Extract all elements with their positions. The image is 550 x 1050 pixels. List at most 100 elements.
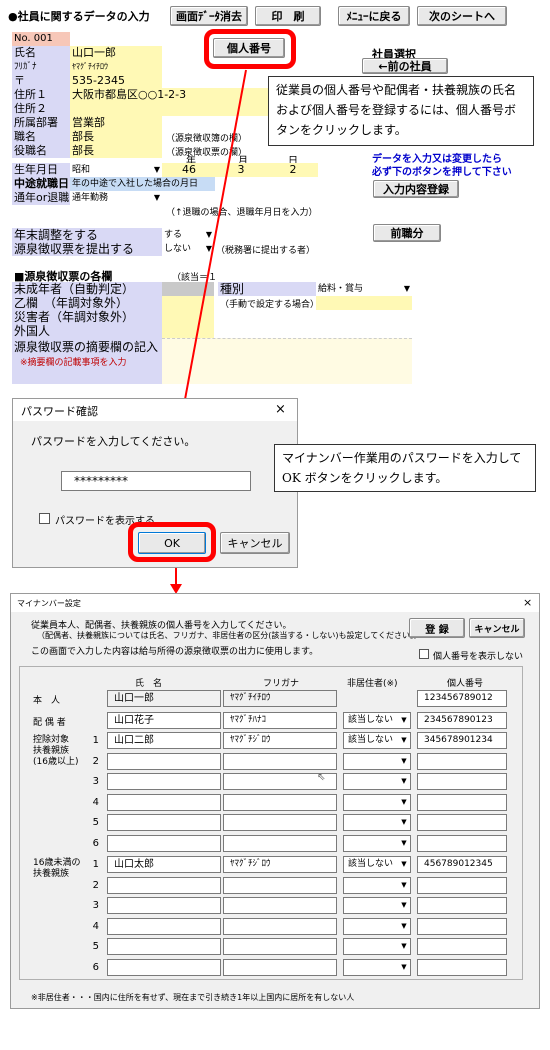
chevron-down-icon[interactable]: ▼ — [398, 836, 410, 851]
dependent-number[interactable] — [417, 752, 507, 770]
dependent-kana[interactable] — [223, 793, 337, 811]
chevron-down-icon[interactable]: ▼ — [398, 939, 410, 954]
header-name: 氏 名 — [135, 679, 163, 689]
close-icon[interactable]: × — [275, 402, 286, 417]
dependent-number[interactable] — [417, 897, 507, 914]
dependent-nonresident-select[interactable]: 該当しない ▼ — [343, 732, 411, 749]
dependent-kana[interactable] — [223, 917, 337, 935]
dependent-kana[interactable] — [223, 834, 337, 852]
dependent-kana[interactable] — [223, 814, 337, 831]
dependent-nonresident-select[interactable]: ▼ — [343, 917, 411, 935]
chevron-down-icon[interactable]: ▼ — [398, 898, 410, 913]
dependent-nonresident-select[interactable]: ▼ — [343, 958, 411, 976]
row-number: 1 — [92, 859, 99, 870]
chevron-down-icon[interactable]: ▼ — [398, 960, 410, 975]
dependent-name[interactable] — [107, 938, 221, 955]
dependent-kana[interactable] — [223, 876, 337, 894]
dependent-name[interactable] — [107, 793, 221, 811]
chevron-down-icon[interactable]: ▼ — [398, 733, 410, 748]
under16-label: 16歳未満の 扶養親族 — [33, 858, 81, 879]
dependent-nonresident-select[interactable]: ▼ — [343, 814, 411, 831]
dependent-name[interactable] — [107, 814, 221, 831]
dependent-nonresident-select[interactable]: ▼ — [343, 773, 411, 790]
dependent-number[interactable]: 456789012345 — [417, 856, 507, 873]
footnote: ※非居住者・・・国内に住所を有せず、現在まで引き続き1年以上国内に居所を有しない… — [31, 993, 355, 1002]
spouse-kana[interactable]: ﾔﾏｸﾞﾁﾊﾅｺ — [223, 712, 337, 729]
dependent-kana[interactable] — [223, 958, 337, 976]
self-label: 本 人 — [33, 696, 61, 706]
hide-number-checkbox[interactable] — [419, 649, 429, 659]
dependent-name[interactable]: 山口太郎 — [107, 856, 221, 873]
spouse-nonresident-select[interactable]: 該当しない ▼ — [343, 712, 411, 729]
dependent-name[interactable] — [107, 958, 221, 976]
dependent-number[interactable] — [417, 958, 507, 976]
dependent-nonresident-select[interactable]: ▼ — [343, 752, 411, 770]
chevron-down-icon[interactable]: ▼ — [398, 795, 410, 810]
header-number: 個人番号 — [447, 679, 484, 689]
dependent-name[interactable] — [107, 752, 221, 770]
dependent-kana[interactable] — [223, 897, 337, 914]
row-number: 4 — [92, 920, 99, 932]
dependent-number[interactable] — [417, 773, 507, 790]
self-name: 山口一郎 — [107, 690, 221, 707]
instruction-callout-2: マイナンバー作業用のパスワードを入力して OK ボタンをクリックします。 — [274, 444, 536, 492]
password-prompt: パスワードを入力してください。 — [31, 435, 196, 448]
dependent-kana[interactable] — [223, 938, 337, 955]
description-line-2: （配偶者、扶養親族については氏名、フリガナ、非居住者の区分(該当する・しない)も… — [37, 631, 422, 640]
spouse-name[interactable]: 山口花子 — [107, 712, 221, 729]
dependent-name[interactable] — [107, 876, 221, 894]
dependent-kana[interactable]: ﾔﾏｸﾞﾁｼﾞﾛｳ — [223, 856, 337, 873]
dependent-number[interactable] — [417, 876, 507, 894]
mynumber-dialog-titlebar — [11, 594, 539, 612]
row-number: 2 — [92, 879, 99, 891]
chevron-down-icon[interactable]: ▼ — [398, 815, 410, 830]
password-dialog-title: パスワード確認 — [21, 405, 98, 418]
chevron-down-icon[interactable]: ▼ — [398, 919, 410, 934]
mynumber-dialog-title: マイナンバー設定 — [17, 599, 81, 608]
chevron-down-icon[interactable]: ▼ — [398, 713, 410, 728]
dependent-number[interactable] — [417, 917, 507, 935]
dependent-name[interactable]: 山口二郎 — [107, 732, 221, 749]
dependent-name[interactable] — [107, 917, 221, 935]
dependent-nonresident-select[interactable]: ▼ — [343, 793, 411, 811]
header-nonresident: 非居住者(※) — [347, 679, 398, 689]
dependent-nonresident-select[interactable]: 該当しない ▼ — [343, 856, 411, 873]
self-kana: ﾔﾏｸﾞﾁｲﾁﾛｳ — [223, 690, 337, 707]
dependent-kana[interactable] — [223, 752, 337, 770]
dependent-number[interactable] — [417, 814, 507, 831]
chevron-down-icon[interactable]: ▼ — [398, 774, 410, 789]
dependent-name[interactable] — [107, 834, 221, 852]
dependents-label: 控除対象 扶養親族 (16歳以上) — [33, 735, 79, 767]
close-icon[interactable]: × — [523, 596, 532, 609]
dependent-nonresident-select[interactable]: ▼ — [343, 834, 411, 852]
hide-number-label: 個人番号を表示しない — [433, 652, 524, 662]
show-password-checkbox[interactable] — [39, 513, 50, 524]
row-number: 3 — [92, 776, 99, 787]
dependent-number[interactable] — [417, 938, 507, 955]
spouse-number[interactable]: 234567890123 — [417, 712, 507, 729]
dependent-kana[interactable]: ﾔﾏｸﾞﾁｼﾞﾛｳ — [223, 732, 337, 749]
dependent-number[interactable]: 345678901234 — [417, 732, 507, 749]
dependent-nonresident-select[interactable]: ▼ — [343, 876, 411, 894]
self-number[interactable]: 123456789012 — [417, 690, 507, 707]
password-input[interactable]: ********* — [61, 471, 251, 491]
row-number: 5 — [92, 817, 99, 828]
dependent-number[interactable] — [417, 793, 507, 811]
row-number: 1 — [92, 735, 99, 746]
chevron-down-icon[interactable]: ▼ — [398, 754, 410, 769]
mynumber-dialog: マイナンバー設定 × 従業員本人、配偶者、扶養親族の個人番号を入力してください。… — [10, 593, 540, 1009]
dependent-nonresident-select[interactable]: ▼ — [343, 897, 411, 914]
dependent-number[interactable] — [417, 834, 507, 852]
register-button[interactable]: 登 録 — [409, 618, 465, 638]
header-kana: フリガナ — [263, 679, 300, 689]
chevron-down-icon[interactable]: ▼ — [398, 878, 410, 893]
row-number: 2 — [92, 755, 99, 767]
dependent-name[interactable] — [107, 773, 221, 790]
cancel-button[interactable]: キャンセル — [220, 532, 290, 554]
dependent-name[interactable] — [107, 897, 221, 914]
row-number: 6 — [92, 837, 99, 849]
cancel-button[interactable]: キャンセル — [469, 618, 525, 638]
dependent-nonresident-select[interactable]: ▼ — [343, 938, 411, 955]
description-line-3: この画面で入力した内容は給与所得の源泉徴収票の出力に使用します。 — [31, 647, 319, 657]
chevron-down-icon[interactable]: ▼ — [398, 857, 410, 872]
